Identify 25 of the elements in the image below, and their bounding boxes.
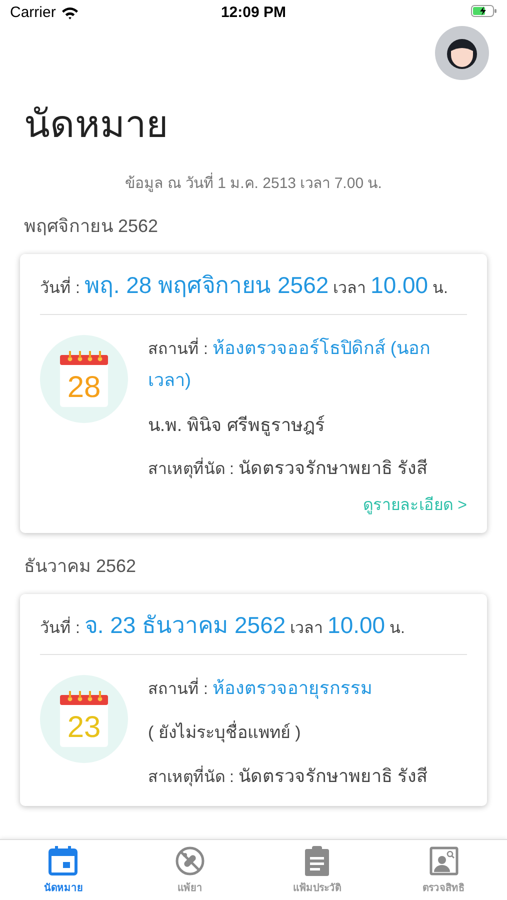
- no-pills-icon: [174, 845, 206, 877]
- location-text: สถานที่ : ห้องตรวจออร์โธปิดิกส์ (นอกเวลา): [148, 336, 432, 392]
- location-text: สถานที่ : ห้องตรวจอายุรกรรม: [148, 676, 374, 701]
- month-heading: ธันวาคม 2562: [24, 555, 138, 578]
- avatar-button[interactable]: [434, 25, 490, 81]
- tab[interactable]: แพ้ยา: [126, 840, 254, 900]
- carrier-name: Carrier: [10, 4, 56, 21]
- clock-time: 12:09 PM: [220, 4, 286, 21]
- profile-icon: [428, 845, 460, 877]
- data-timestamp: ข้อมูล ณ วันที่ 1 ม.ค. 2513 เวลา 7.00 น.: [0, 171, 507, 195]
- wifi-icon: [60, 6, 79, 20]
- page-title: นัดหมาย: [24, 103, 169, 148]
- calendar-icon: [47, 845, 80, 877]
- reason-text: สาเหตุที่นัด : นัดตรวจรักษาพยาธิ รังสี: [148, 456, 428, 480]
- tab[interactable]: นัดหมาย: [0, 840, 127, 900]
- tab[interactable]: แฟ้มประวัติ: [254, 840, 380, 900]
- month-heading: พฤศจิกายน 2562: [24, 215, 160, 238]
- tab[interactable]: ตรวจสิทธิ: [380, 840, 507, 900]
- doctor-name: ( ยังไม่ระบุชื่อแพทย์ ): [148, 719, 467, 747]
- reason-text: สาเหตุที่นัด : นัดตรวจรักษาพยาธิ รังสี: [148, 764, 428, 788]
- doctor-name: น.พ. พินิจ ศรีพธูราษฎร์: [148, 414, 326, 438]
- details-link[interactable]: ดูรายละเอียด >: [40, 492, 467, 517]
- appointment-date: วันที่ : จ. 23 ธันวาคม 2562 เวลา 10.00 น.: [40, 610, 467, 655]
- appointment-date: วันที่ : พฤ. 28 พฤศจิกายน 2562 เวลา 10.00 น.: [40, 270, 467, 315]
- battery-icon: [471, 5, 497, 17]
